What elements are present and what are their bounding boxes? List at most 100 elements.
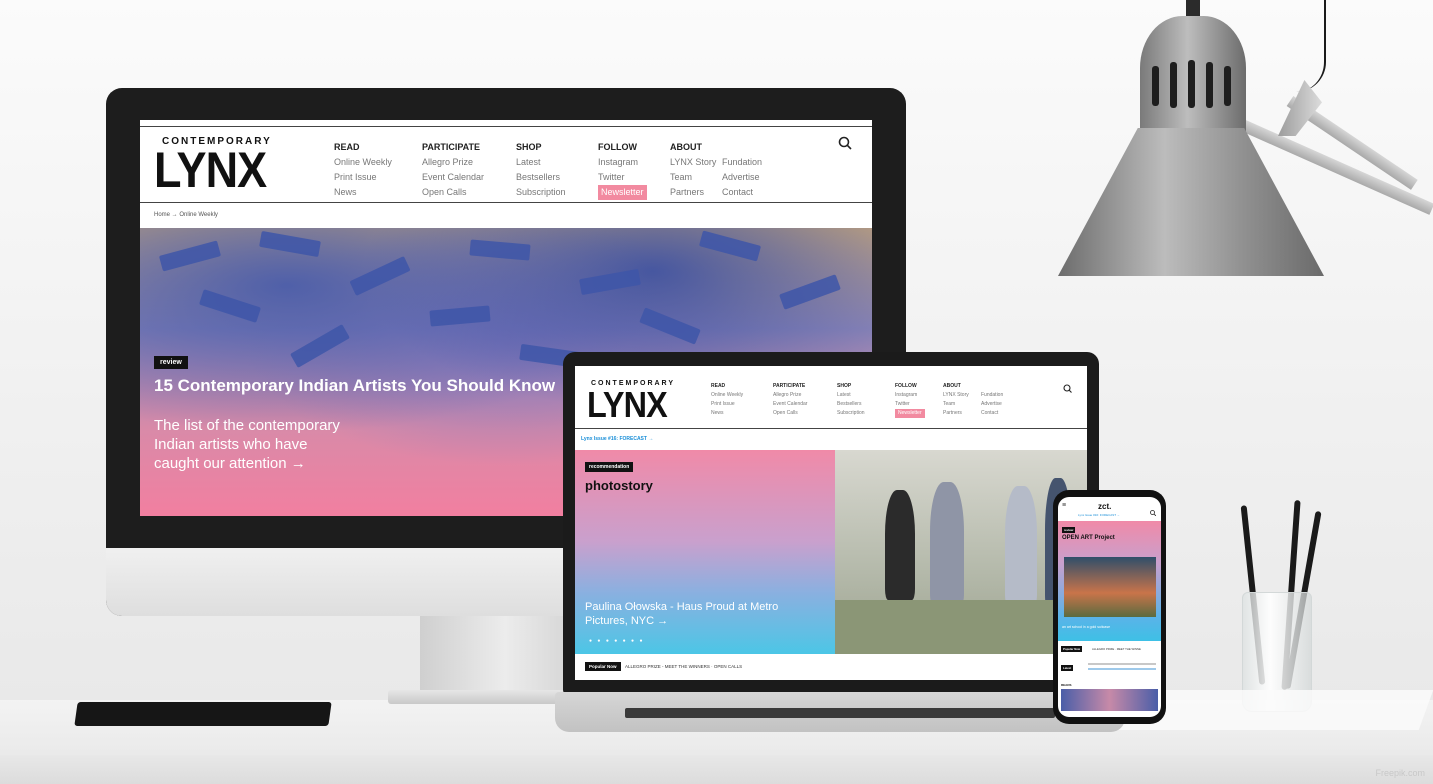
nav-item[interactable]: Twitter — [598, 170, 647, 185]
nav-item[interactable]: Latest — [516, 155, 566, 170]
nav-item[interactable]: Twitter — [895, 400, 925, 409]
laptop-screen: CONTEMPORARY LYNX READ Online Weekly Pri… — [575, 366, 1087, 680]
nav-title-read[interactable]: READ — [334, 140, 392, 155]
reads-thumbnail[interactable] — [1061, 689, 1158, 711]
nav-item[interactable]: Advertise — [981, 400, 1003, 409]
logo-wordmark-big[interactable]: LYNX — [154, 144, 267, 196]
recommendation-tag[interactable]: recommendation — [585, 462, 634, 472]
nav-item[interactable]: Open Calls — [773, 409, 807, 418]
nav-title-participate[interactable]: PARTICIPATE — [422, 140, 484, 155]
latest-text-line — [1088, 668, 1156, 670]
nav-item[interactable]: Team — [670, 170, 716, 185]
nav-col-participate: PARTICIPATE Allegro Prize Event Calendar… — [422, 140, 484, 200]
nav-item[interactable]: Print Issue — [711, 400, 743, 409]
nav-title-participate[interactable]: PARTICIPATE — [773, 382, 807, 391]
nav-title-shop[interactable]: SHOP — [516, 140, 566, 155]
nav-col-shop: SHOP Latest Bestsellers Subscription — [516, 140, 566, 200]
nav-item[interactable]: Team — [943, 400, 969, 409]
review-tag[interactable]: review — [154, 356, 188, 369]
nav-item[interactable]: Event Calendar — [773, 400, 807, 409]
photostory-label[interactable]: photostory — [585, 478, 653, 493]
logo-wordmark-big[interactable]: LYNX — [587, 386, 668, 424]
popular-now-label[interactable]: Popular Now — [585, 662, 621, 671]
laptop-hero-title[interactable]: Paulina Ołowska - Haus Proud at Metro Pi… — [585, 600, 778, 628]
nav-item[interactable]: LYNX Story — [670, 155, 716, 170]
nav-item[interactable]: Online Weekly — [711, 391, 743, 400]
newsletter-button[interactable]: Newsletter — [895, 409, 925, 418]
popular-now-items[interactable]: ALLEGRO PRIZE - MEET THE WINNERS · OPEN … — [625, 664, 742, 669]
search-icon[interactable] — [1150, 503, 1157, 521]
nav-item[interactable]: Advertise — [722, 170, 762, 185]
nav-col-about: ABOUT LYNX Story Team Partners — [943, 382, 969, 418]
watermark: Freepik.com — [1375, 768, 1425, 778]
laptop-keyboard-strip — [625, 708, 1055, 718]
breadcrumb[interactable]: Home → Online Weekly — [154, 212, 218, 218]
nav-item[interactable]: Instagram — [598, 155, 647, 170]
nav-title-about[interactable]: ABOUT — [670, 140, 716, 155]
search-icon[interactable] — [1063, 380, 1072, 398]
laptop-hero-left[interactable]: recommendation photostory Paulina Ołowsk… — [575, 450, 835, 654]
nav-col-read: READ Online Weekly Print Issue News — [711, 382, 743, 418]
nav-item[interactable]: Fundation — [722, 155, 762, 170]
nav-col-participate: PARTICIPATE Allegro Prize Event Calendar… — [773, 382, 807, 418]
hero-title[interactable]: 15 Contemporary Indian Artists You Shoul… — [154, 376, 555, 396]
nav-item[interactable]: Event Calendar — [422, 170, 484, 185]
nav-col-about: ABOUT LYNX Story Team Partners — [670, 140, 716, 200]
nav-title-shop[interactable]: SHOP — [837, 382, 865, 391]
phone-popular-bar: Popular Now ALLEGRO PRIZE · MEET THE WIN… — [1058, 643, 1161, 657]
menu-icon[interactable]: ≡ — [1062, 502, 1066, 509]
nav-item[interactable]: Online Weekly — [334, 155, 392, 170]
nav-col-read: READ Online Weekly Print Issue News — [334, 140, 392, 200]
nav-item[interactable]: Allegro Prize — [422, 155, 484, 170]
nav-item[interactable]: Latest — [837, 391, 865, 400]
nav-item[interactable]: Subscription — [837, 409, 865, 418]
nav-item[interactable]: Partners — [670, 185, 716, 200]
reads-label: READS — [1061, 683, 1072, 687]
hero-subtitle[interactable]: The list of the contemporary Indian arti… — [154, 416, 340, 473]
nav-col-extra: Fundation Advertise Contact — [981, 391, 1003, 418]
desk-edge — [0, 755, 1433, 784]
nav-item[interactable]: News — [711, 409, 743, 418]
newsletter-button[interactable]: Newsletter — [598, 185, 647, 200]
header-bottom-rule — [140, 202, 872, 203]
popular-now-items[interactable]: ALLEGRO PRIZE · MEET THE WINNE — [1092, 647, 1141, 651]
issue-link[interactable]: Lynx Issue #16: FORECAST → — [1078, 513, 1120, 517]
desktop-site-header: CONTEMPORARY LYNX READ Online Weekly Pri… — [140, 120, 872, 228]
latest-label[interactable]: Latest — [1061, 665, 1074, 671]
phone-hero-caption[interactable]: an art school in a gold suitcase — [1062, 625, 1110, 629]
nav-item[interactable]: Bestsellers — [516, 170, 566, 185]
nav-item[interactable]: LYNX Story — [943, 391, 969, 400]
popular-now-bar: Popular Now ALLEGRO PRIZE - MEET THE WIN… — [575, 654, 1087, 680]
nav-item[interactable]: Open Calls — [422, 185, 484, 200]
review-tag[interactable]: review — [1062, 527, 1076, 533]
phone-hero-photo — [1064, 557, 1156, 617]
nav-item[interactable]: Bestsellers — [837, 400, 865, 409]
phone-screen: ≡ zct. Lynx Issue #16: FORECAST → review… — [1058, 497, 1161, 717]
latest-text-line — [1088, 663, 1156, 665]
search-icon[interactable] — [838, 136, 852, 155]
popular-now-label[interactable]: Popular Now — [1061, 646, 1083, 652]
nav-item[interactable]: Subscription — [516, 185, 566, 200]
nav-item[interactable]: Print Issue — [334, 170, 392, 185]
issue-link[interactable]: Lynx Issue #16: FORECAST → — [581, 436, 653, 442]
nav-item[interactable]: Allegro Prize — [773, 391, 807, 400]
nav-item[interactable]: Instagram — [895, 391, 925, 400]
nav-item[interactable]: Contact — [981, 409, 1003, 418]
nav-title-follow[interactable]: FOLLOW — [895, 382, 925, 391]
carousel-dots[interactable]: ● ● ● ● ● ● ● — [589, 638, 644, 644]
nav-title-about[interactable]: ABOUT — [943, 382, 969, 391]
phone-hero[interactable]: review OPEN ART Project an art school in… — [1058, 521, 1161, 641]
phone-hero-title[interactable]: OPEN ART Project — [1062, 535, 1115, 541]
nav-item[interactable]: News — [334, 185, 392, 200]
phone-logo[interactable]: zct. — [1098, 502, 1111, 511]
nav-col-follow: FOLLOW Instagram Twitter Newsletter — [598, 140, 647, 200]
nav-item[interactable]: Fundation — [981, 391, 1003, 400]
nav-title-read[interactable]: READ — [711, 382, 743, 391]
nav-item[interactable]: Contact — [722, 185, 762, 200]
laptop-hero-photo[interactable] — [835, 450, 1087, 654]
lamp-cap — [1140, 16, 1246, 146]
nav-item[interactable]: Partners — [943, 409, 969, 418]
header-bottom-rule — [575, 428, 1087, 429]
nav-title-follow[interactable]: FOLLOW — [598, 140, 647, 155]
notebook — [74, 702, 332, 726]
